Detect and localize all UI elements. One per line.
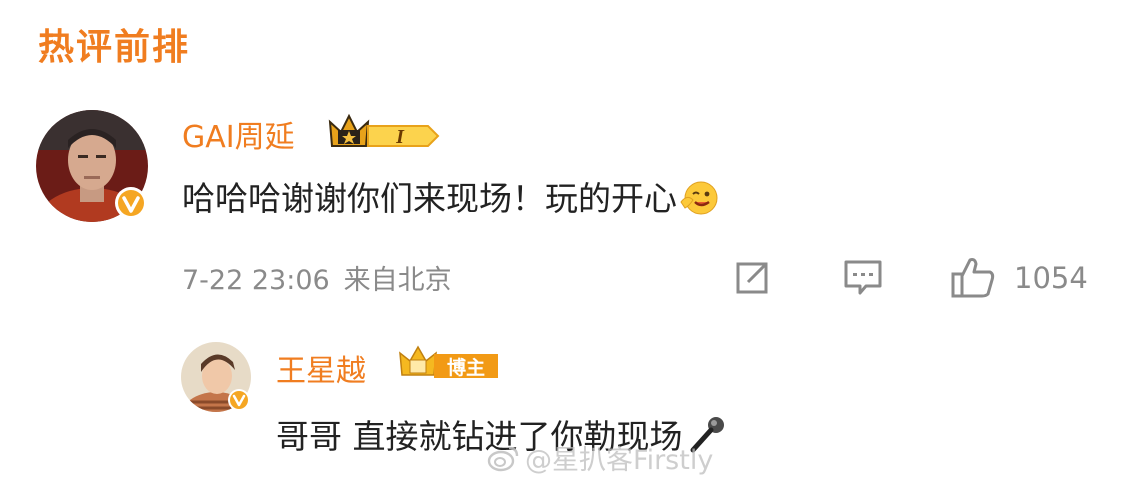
watermark-text: @星扒客Firstly bbox=[525, 445, 714, 476]
comment-bubble-icon bbox=[844, 260, 882, 295]
badge-level: I bbox=[395, 126, 405, 148]
reply-avatar[interactable] bbox=[181, 342, 251, 412]
weibo-icon bbox=[487, 446, 519, 471]
section-title: 热评前排 bbox=[38, 27, 191, 68]
comment-button[interactable] bbox=[842, 256, 884, 302]
avatar[interactable] bbox=[36, 110, 148, 222]
comment-meta: 7-22 23:06 来自北京 bbox=[182, 258, 452, 297]
verified-badge-icon bbox=[114, 186, 148, 220]
thumbs-up-icon bbox=[951, 258, 995, 298]
comment-text: 哈哈哈谢谢你们来现场！玩的开心 bbox=[182, 172, 719, 224]
location: 来自北京 bbox=[343, 265, 452, 296]
blogger-badge-label: 博主 bbox=[447, 356, 485, 379]
winking-face-icon bbox=[679, 180, 719, 224]
share-icon bbox=[736, 262, 768, 294]
verified-badge-icon bbox=[227, 388, 251, 412]
share-button[interactable] bbox=[732, 256, 774, 302]
username[interactable]: GAI周延 bbox=[182, 112, 295, 156]
crown-badge-icon[interactable]: I bbox=[328, 112, 440, 156]
comment-body: 哈哈哈谢谢你们来现场！玩的开心 bbox=[182, 179, 677, 218]
timestamp: 7-22 23:06 bbox=[182, 265, 330, 296]
watermark: @星扒客Firstly bbox=[487, 438, 713, 477]
reply-username[interactable]: 王星越 bbox=[276, 346, 366, 390]
blogger-badge[interactable]: 博主 bbox=[398, 343, 500, 387]
like-count: 1054 bbox=[1014, 261, 1088, 295]
like-button[interactable]: 1054 bbox=[950, 256, 1088, 300]
